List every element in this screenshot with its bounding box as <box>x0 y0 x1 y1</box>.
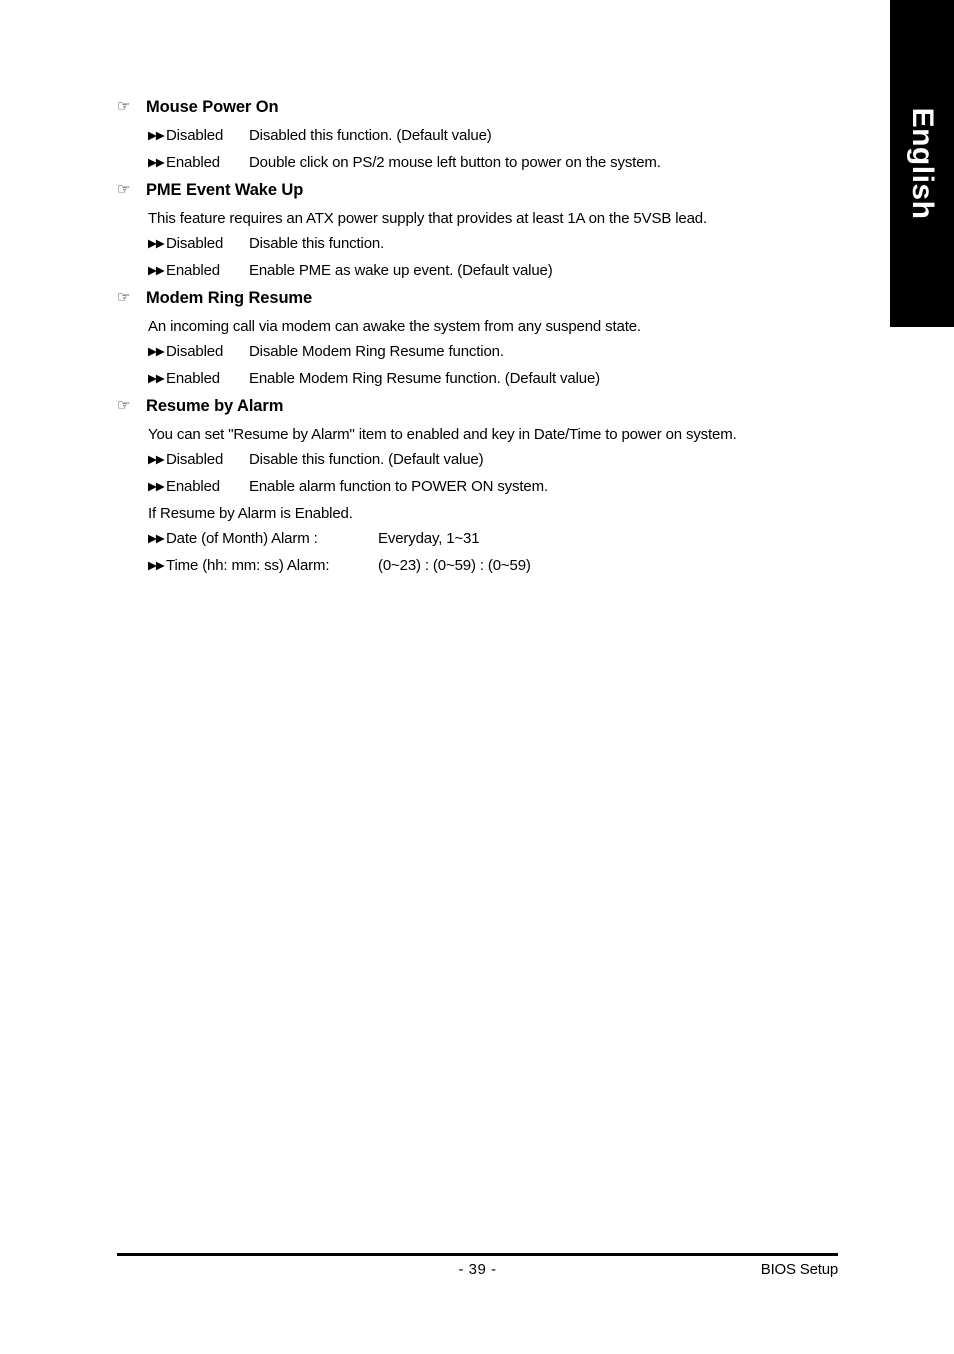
section-heading: ☞ Resume by Alarm <box>117 395 857 418</box>
document-page: English ☞ Mouse Power On ▶▶ Disabled Dis… <box>0 0 954 1354</box>
pointing-hand-icon: ☞ <box>117 98 131 115</box>
section-modem-ring-resume: ☞ Modem Ring Resume An incoming call via… <box>117 287 857 393</box>
option-description: Double click on PS/2 mouse left button t… <box>249 154 661 171</box>
double-arrow-icon: ▶▶ <box>148 560 165 572</box>
option-description: Enable PME as wake up event. (Default va… <box>249 262 553 279</box>
double-arrow-icon: ▶▶ <box>148 481 165 493</box>
option-row: ▶▶ Disabled Disable this function. <box>148 231 857 258</box>
section-title: Resume by Alarm <box>146 397 284 415</box>
option-value: (0~23) : (0~59) : (0~59) <box>378 557 531 574</box>
option-label: Disabled <box>166 451 224 468</box>
option-label: Disabled <box>166 343 224 360</box>
pointing-hand-icon: ☞ <box>117 181 131 198</box>
section-note: This feature requires an ATX power suppl… <box>148 210 707 227</box>
section-heading: ☞ PME Event Wake Up <box>117 179 857 202</box>
option-label: Enabled <box>166 154 220 171</box>
language-tab: English <box>890 0 954 327</box>
option-description: Disable Modem Ring Resume function. <box>249 343 504 360</box>
pointing-hand-icon: ☞ <box>117 397 131 414</box>
section-note-secondary: If Resume by Alarm is Enabled. <box>148 505 353 522</box>
option-row: ▶▶ Enabled Enable PME as wake up event. … <box>148 258 857 285</box>
section-mouse-power-on: ☞ Mouse Power On ▶▶ Disabled Disabled th… <box>117 96 857 177</box>
option-row: ▶▶ Disabled Disable Modem Ring Resume fu… <box>148 339 857 366</box>
double-arrow-icon: ▶▶ <box>148 157 165 169</box>
option-label: Date (of Month) Alarm : <box>166 530 318 547</box>
double-arrow-icon: ▶▶ <box>148 373 165 385</box>
option-description: Disable this function. (Default value) <box>249 451 484 468</box>
double-arrow-icon: ▶▶ <box>148 265 165 277</box>
option-row: ▶▶ Enabled Double click on PS/2 mouse le… <box>148 150 857 177</box>
option-label: Enabled <box>166 478 220 495</box>
option-description: Enable alarm function to POWER ON system… <box>249 478 548 495</box>
double-arrow-icon: ▶▶ <box>148 346 165 358</box>
option-value: Everyday, 1~31 <box>378 530 480 547</box>
page-number: - 39 - <box>458 1261 497 1278</box>
footer-divider <box>117 1253 838 1256</box>
option-row: ▶▶ Enabled Enable alarm function to POWE… <box>148 474 857 501</box>
option-row: ▶▶ Disabled Disable this function. (Defa… <box>148 447 857 474</box>
section-pme-event-wake-up: ☞ PME Event Wake Up This feature require… <box>117 179 857 285</box>
section-heading: ☞ Modem Ring Resume <box>117 287 857 310</box>
page-footer: - 39 - BIOS Setup <box>117 1253 838 1285</box>
double-arrow-icon: ▶▶ <box>148 130 165 142</box>
footer-section-label: BIOS Setup <box>760 1261 838 1278</box>
option-row: ▶▶ Disabled Disabled this function. (Def… <box>148 123 857 150</box>
option-row: ▶▶ Date (of Month) Alarm : Everyday, 1~3… <box>148 526 857 553</box>
document-content: ☞ Mouse Power On ▶▶ Disabled Disabled th… <box>117 96 857 582</box>
option-label: Time (hh: mm: ss) Alarm: <box>166 557 330 574</box>
option-row: ▶▶ Enabled Enable Modem Ring Resume func… <box>148 366 857 393</box>
double-arrow-icon: ▶▶ <box>148 238 165 250</box>
double-arrow-icon: ▶▶ <box>148 533 165 545</box>
option-label: Disabled <box>166 235 224 252</box>
section-note: You can set "Resume by Alarm" item to en… <box>148 426 737 443</box>
pointing-hand-icon: ☞ <box>117 289 131 306</box>
option-description: Enable Modem Ring Resume function. (Defa… <box>249 370 601 387</box>
section-title: Modem Ring Resume <box>146 289 313 307</box>
language-tab-label: English <box>906 107 939 220</box>
footer-row: - 39 - BIOS Setup <box>117 1259 838 1285</box>
section-note: An incoming call via modem can awake the… <box>148 318 641 335</box>
double-arrow-icon: ▶▶ <box>148 454 165 466</box>
option-description: Disabled this function. (Default value) <box>249 127 492 144</box>
option-label: Disabled <box>166 127 224 144</box>
section-heading: ☞ Mouse Power On <box>117 96 857 119</box>
option-label: Enabled <box>166 262 220 279</box>
section-title: Mouse Power On <box>146 98 279 116</box>
option-label: Enabled <box>166 370 220 387</box>
option-row: ▶▶ Time (hh: mm: ss) Alarm: (0~23) : (0~… <box>148 553 857 580</box>
section-title: PME Event Wake Up <box>146 181 304 199</box>
section-resume-by-alarm: ☞ Resume by Alarm You can set "Resume by… <box>117 395 857 580</box>
option-description: Disable this function. <box>249 235 385 252</box>
